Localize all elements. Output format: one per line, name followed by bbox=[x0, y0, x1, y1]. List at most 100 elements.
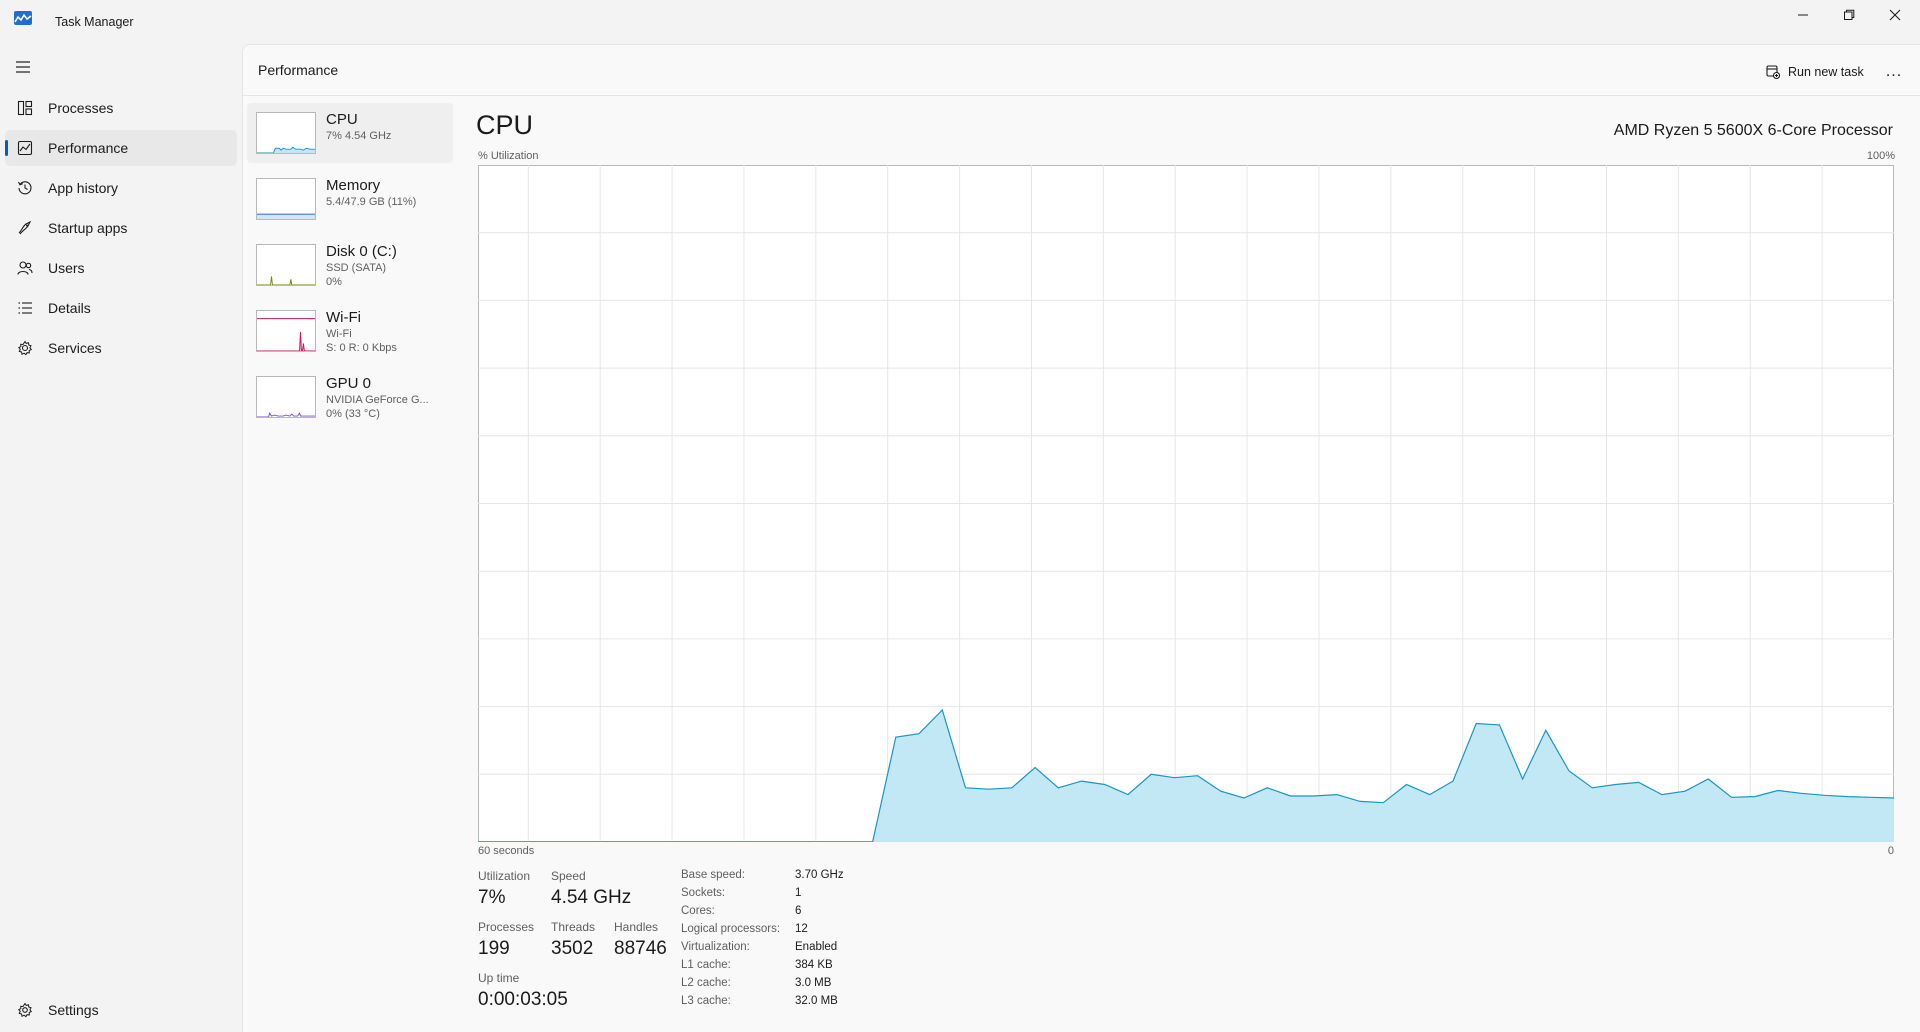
more-options-button[interactable]: ... bbox=[1879, 57, 1909, 87]
cpu-utilization-graph bbox=[478, 165, 1894, 842]
run-new-task-button[interactable]: Run new task bbox=[1758, 57, 1872, 87]
device-subtitle-2: 0% bbox=[326, 276, 342, 288]
spec-label-logical-processors: Logical processors: bbox=[681, 923, 781, 935]
title-bar: Task Manager bbox=[0, 0, 1920, 44]
device-subtitle: SSD (SATA) bbox=[326, 262, 387, 274]
run-new-task-label: Run new task bbox=[1788, 65, 1864, 79]
wifi-thumbnail-graph bbox=[256, 310, 316, 352]
axis-label-utilization: % Utilization bbox=[478, 150, 539, 162]
sidebar-item-label: Details bbox=[48, 300, 91, 316]
sidebar-nav: Processes Performance App history Startu… bbox=[5, 90, 237, 370]
axis-label-max: 100% bbox=[1866, 150, 1895, 162]
spec-value-l3-cache: 32.0 MB bbox=[795, 995, 838, 1007]
run-task-icon bbox=[1766, 65, 1780, 79]
spec-label-cores: Cores: bbox=[681, 905, 715, 917]
sidebar-item-users[interactable]: Users bbox=[5, 250, 237, 286]
device-list: CPU 7% 4.54 GHz Memory 5.4/47.9 GB (11%)… bbox=[247, 103, 453, 433]
restore-icon bbox=[1844, 9, 1855, 20]
uptime-label: Up time bbox=[478, 971, 520, 985]
uptime-value: 0:00:03:05 bbox=[478, 989, 568, 1010]
device-item-cpu[interactable]: CPU 7% 4.54 GHz bbox=[247, 103, 453, 163]
window-title: Task Manager bbox=[55, 15, 134, 29]
spec-label-l1-cache: L1 cache: bbox=[681, 959, 731, 971]
disk-thumbnail-graph bbox=[256, 244, 316, 286]
users-icon bbox=[17, 261, 33, 275]
sidebar-item-settings[interactable]: Settings bbox=[5, 992, 237, 1028]
gpu-thumbnail-graph bbox=[256, 376, 316, 418]
device-subtitle: 7% 4.54 GHz bbox=[326, 130, 392, 142]
details-icon bbox=[18, 302, 32, 314]
device-item-gpu[interactable]: GPU 0 NVIDIA GeForce G... 0% (33 °C) bbox=[247, 367, 453, 427]
spec-label-virtualization: Virtualization: bbox=[681, 941, 750, 953]
utilization-label: Utilization bbox=[478, 869, 531, 883]
speed-label: Speed bbox=[551, 869, 586, 883]
sidebar-item-startup-apps[interactable]: Startup apps bbox=[5, 210, 237, 246]
sidebar-item-label: Processes bbox=[48, 100, 114, 116]
sidebar-item-details[interactable]: Details bbox=[5, 290, 237, 326]
processes-label: Processes bbox=[478, 920, 535, 934]
cpu-heading: CPU bbox=[476, 110, 534, 140]
sidebar-item-services[interactable]: Services bbox=[5, 330, 237, 366]
startup-icon bbox=[18, 220, 32, 235]
device-subtitle-2: 0% (33 °C) bbox=[326, 408, 380, 420]
services-icon bbox=[18, 340, 33, 356]
device-title: GPU 0 bbox=[326, 375, 372, 392]
history-icon bbox=[18, 181, 32, 195]
speed-value: 4.54 GHz bbox=[551, 887, 632, 908]
handles-label: Handles bbox=[614, 920, 659, 934]
spec-label-l3-cache: L3 cache: bbox=[681, 995, 731, 1007]
minimize-icon bbox=[1798, 14, 1808, 16]
cpu-thumbnail-graph bbox=[256, 112, 316, 154]
device-title: Disk 0 (C:) bbox=[326, 243, 397, 260]
sidebar-item-label: Performance bbox=[48, 140, 129, 156]
spec-label-sockets: Sockets: bbox=[681, 887, 726, 899]
sidebar-item-label: Startup apps bbox=[48, 220, 128, 236]
page-title: Performance bbox=[258, 62, 339, 78]
device-subtitle: 5.4/47.9 GB (11%) bbox=[326, 196, 417, 208]
spec-value-l1-cache: 384 KB bbox=[795, 959, 833, 971]
device-title: Wi-Fi bbox=[326, 309, 361, 326]
device-item-memory[interactable]: Memory 5.4/47.9 GB (11%) bbox=[247, 169, 453, 229]
threads-label: Threads bbox=[551, 920, 596, 934]
threads-value: 3502 bbox=[551, 938, 594, 959]
minimize-button[interactable] bbox=[1780, 0, 1826, 30]
close-button[interactable] bbox=[1872, 0, 1918, 30]
device-item-disk[interactable]: Disk 0 (C:) SSD (SATA) 0% bbox=[247, 235, 453, 295]
device-subtitle: NVIDIA GeForce G... bbox=[326, 394, 429, 406]
sidebar-item-app-history[interactable]: App history bbox=[5, 170, 237, 206]
sidebar-item-label: Users bbox=[48, 260, 85, 276]
utilization-value: 7% bbox=[478, 887, 506, 908]
axis-label-zero: 0 bbox=[1887, 845, 1894, 857]
cpu-model-name: AMD Ryzen 5 5600X 6-Core Processor bbox=[1613, 122, 1893, 139]
close-icon bbox=[1889, 9, 1901, 21]
task-manager-logo-icon bbox=[14, 11, 32, 25]
spec-value-virtualization: Enabled bbox=[795, 941, 838, 953]
device-subtitle-2: S: 0 R: 0 Kbps bbox=[326, 342, 397, 354]
sidebar-item-processes[interactable]: Processes bbox=[5, 90, 237, 126]
sidebar-item-performance[interactable]: Performance bbox=[5, 130, 237, 166]
handles-value: 88746 bbox=[614, 938, 667, 959]
device-item-wifi[interactable]: Wi-Fi Wi-Fi S: 0 R: 0 Kbps bbox=[247, 301, 453, 361]
spec-label-base-speed: Base speed: bbox=[681, 869, 745, 881]
device-title: Memory bbox=[326, 177, 381, 194]
hamburger-menu-icon[interactable] bbox=[14, 60, 32, 74]
processes-value: 199 bbox=[478, 938, 510, 959]
axis-label-time-span: 60 seconds bbox=[478, 845, 535, 857]
settings-gear-icon bbox=[18, 1002, 33, 1018]
spec-value-sockets: 1 bbox=[795, 887, 802, 899]
spec-value-base-speed: 3.70 GHz bbox=[795, 869, 844, 881]
memory-thumbnail-graph bbox=[256, 178, 316, 220]
spec-label-l2-cache: L2 cache: bbox=[681, 977, 731, 989]
restore-button[interactable] bbox=[1826, 0, 1872, 30]
spec-value-l2-cache: 3.0 MB bbox=[795, 977, 832, 989]
header-divider bbox=[243, 95, 1920, 96]
sidebar-item-label: Services bbox=[48, 340, 102, 356]
device-title: CPU bbox=[326, 111, 358, 128]
processes-icon bbox=[17, 100, 33, 116]
spec-value-logical-processors: 12 bbox=[795, 923, 808, 935]
spec-value-cores: 6 bbox=[795, 905, 802, 917]
device-subtitle: Wi-Fi bbox=[326, 328, 352, 340]
performance-icon bbox=[17, 140, 33, 156]
sidebar-item-label: App history bbox=[48, 180, 119, 196]
settings-label: Settings bbox=[48, 1002, 99, 1018]
